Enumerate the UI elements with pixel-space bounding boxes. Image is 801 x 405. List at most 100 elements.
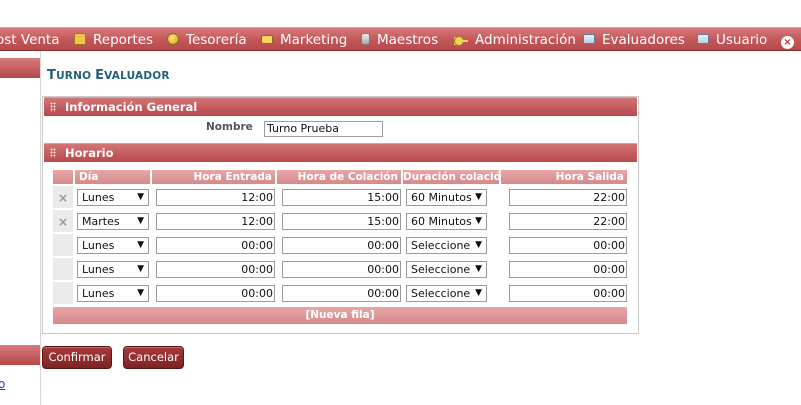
lunch-time-input[interactable]: 15:00: [282, 213, 401, 230]
general-info-title: Información General: [65, 100, 198, 114]
menu-item-marketing[interactable]: Marketing: [261, 31, 347, 49]
duration-value: 60 Minutos: [411, 215, 472, 228]
column-header-duration: Duración colación: [403, 170, 499, 184]
dropdown-arrow-icon: ▼: [137, 264, 144, 274]
day-value: Lunes: [82, 287, 115, 300]
entry-time-input[interactable]: 00:00: [156, 261, 275, 278]
menu-item-usuario[interactable]: Usuario: [697, 31, 767, 49]
column-header-exit: Hora Salida: [501, 170, 627, 184]
dropdown-arrow-icon: ▼: [475, 216, 482, 226]
duration-value: 60 Minutos: [411, 191, 472, 204]
confirm-button[interactable]: Confirmar: [42, 346, 112, 369]
dropdown-arrow-icon: ▼: [475, 240, 482, 250]
entry-time-input[interactable]: 12:00: [156, 213, 275, 230]
id-card-icon: [697, 34, 709, 44]
id-card-icon: [583, 34, 595, 44]
day-select[interactable]: Martes ▼: [77, 213, 149, 230]
menu-item-label: Usuario: [716, 32, 768, 48]
row-gutter: [53, 282, 73, 304]
exit-time-input[interactable]: 00:00: [509, 237, 627, 254]
menu-item-label: Tesorería: [186, 32, 247, 48]
day-select[interactable]: Lunes ▼: [77, 285, 149, 302]
duration-select[interactable]: Seleccione ▼: [406, 261, 487, 278]
logout-button[interactable]: ×: [781, 31, 794, 49]
key-icon: [454, 36, 468, 46]
entry-time-input[interactable]: 00:00: [156, 285, 275, 302]
box-icon: [261, 35, 273, 44]
dropdown-arrow-icon: ▼: [475, 192, 482, 202]
database-icon: [361, 33, 370, 45]
dropdown-arrow-icon: ▼: [137, 240, 144, 250]
dropdown-arrow-icon: ▼: [137, 288, 144, 298]
add-row-button[interactable]: [Nueva fila]: [53, 307, 627, 324]
page-title-initial-2: E: [95, 68, 105, 83]
exit-time-input[interactable]: 00:00: [509, 285, 627, 302]
sidebar-footer-bar: [0, 345, 40, 365]
name-label: Nombre: [206, 121, 253, 133]
duration-select[interactable]: 60 Minutos ▼: [406, 189, 487, 206]
duration-select[interactable]: Seleccione ▼: [406, 237, 487, 254]
page-title-initial: T: [47, 68, 57, 83]
folder-icon: [74, 33, 86, 45]
menu-item-administracion[interactable]: Administración: [454, 31, 576, 49]
duration-value: Seleccione: [411, 239, 471, 252]
day-value: Lunes: [82, 191, 115, 204]
exit-time-input[interactable]: 22:00: [509, 189, 627, 206]
cancel-button[interactable]: Cancelar: [123, 346, 184, 369]
duration-select[interactable]: Seleccione ▼: [406, 285, 487, 302]
menu-item-evaluadores[interactable]: Evaluadores: [583, 31, 685, 49]
grip-icon: [50, 102, 56, 112]
day-select[interactable]: Lunes ▼: [77, 189, 149, 206]
row-gutter: [53, 258, 73, 280]
lunch-time-input[interactable]: 00:00: [282, 285, 401, 302]
duration-value: Seleccione: [411, 263, 471, 276]
name-field[interactable]: Turno Prueba: [264, 121, 383, 137]
day-value: Lunes: [82, 263, 115, 276]
sidebar-header-bar: [0, 58, 40, 78]
menu-item-post-venta[interactable]: ost Venta: [0, 31, 60, 49]
lunch-time-input[interactable]: 15:00: [282, 189, 401, 206]
duration-select[interactable]: 60 Minutos ▼: [406, 213, 487, 230]
schedule-header: Horario: [44, 143, 637, 162]
menu-item-label: Reportes: [93, 32, 154, 48]
grip-icon: [50, 148, 56, 158]
menu-item-reportes[interactable]: Reportes: [74, 31, 153, 49]
menu-item-maestros[interactable]: Maestros: [361, 31, 438, 49]
day-select[interactable]: Lunes ▼: [77, 261, 149, 278]
coin-icon: [167, 33, 179, 45]
lunch-time-input[interactable]: 00:00: [282, 237, 401, 254]
page-title: TURNO EVALUADOR: [47, 68, 170, 83]
general-info-header: Información General: [44, 97, 637, 116]
page-title-rest: URNO: [56, 70, 96, 82]
delete-row-icon[interactable]: ×: [58, 216, 68, 228]
delete-column-header: [53, 170, 73, 184]
row-gutter: [53, 234, 73, 256]
day-select[interactable]: Lunes ▼: [77, 237, 149, 254]
exit-time-input[interactable]: 00:00: [509, 261, 627, 278]
day-value: Lunes: [82, 239, 115, 252]
sidebar-divider: [40, 51, 41, 405]
page-title-rest-2: VALUADOR: [104, 70, 170, 82]
menu-item-tesoreria[interactable]: Tesorería: [167, 31, 247, 49]
menu-item-label: Marketing: [280, 32, 348, 48]
column-header-lunch: Hora de Colación: [277, 170, 401, 184]
lunch-time-input[interactable]: 00:00: [282, 261, 401, 278]
sidebar-link[interactable]: o: [0, 377, 5, 391]
menu-item-label: Maestros: [377, 32, 439, 48]
column-header-entry: Hora Entrada: [152, 170, 275, 184]
dropdown-arrow-icon: ▼: [475, 288, 482, 298]
dropdown-arrow-icon: ▼: [137, 216, 144, 226]
dropdown-arrow-icon: ▼: [475, 264, 482, 274]
column-header-day: Día: [75, 170, 150, 184]
day-value: Martes: [82, 215, 120, 228]
entry-time-input[interactable]: 00:00: [156, 237, 275, 254]
duration-value: Seleccione: [411, 287, 471, 300]
delete-row-icon[interactable]: ×: [58, 192, 68, 204]
dropdown-arrow-icon: ▼: [137, 192, 144, 202]
menu-item-label: Evaluadores: [602, 32, 685, 48]
menu-item-label: Administración: [475, 32, 576, 48]
schedule-title: Horario: [65, 146, 114, 160]
main-menu-bar: ost Venta Reportes Tesorería Marketing M…: [0, 27, 801, 51]
exit-time-input[interactable]: 22:00: [509, 213, 627, 230]
entry-time-input[interactable]: 12:00: [156, 189, 275, 206]
